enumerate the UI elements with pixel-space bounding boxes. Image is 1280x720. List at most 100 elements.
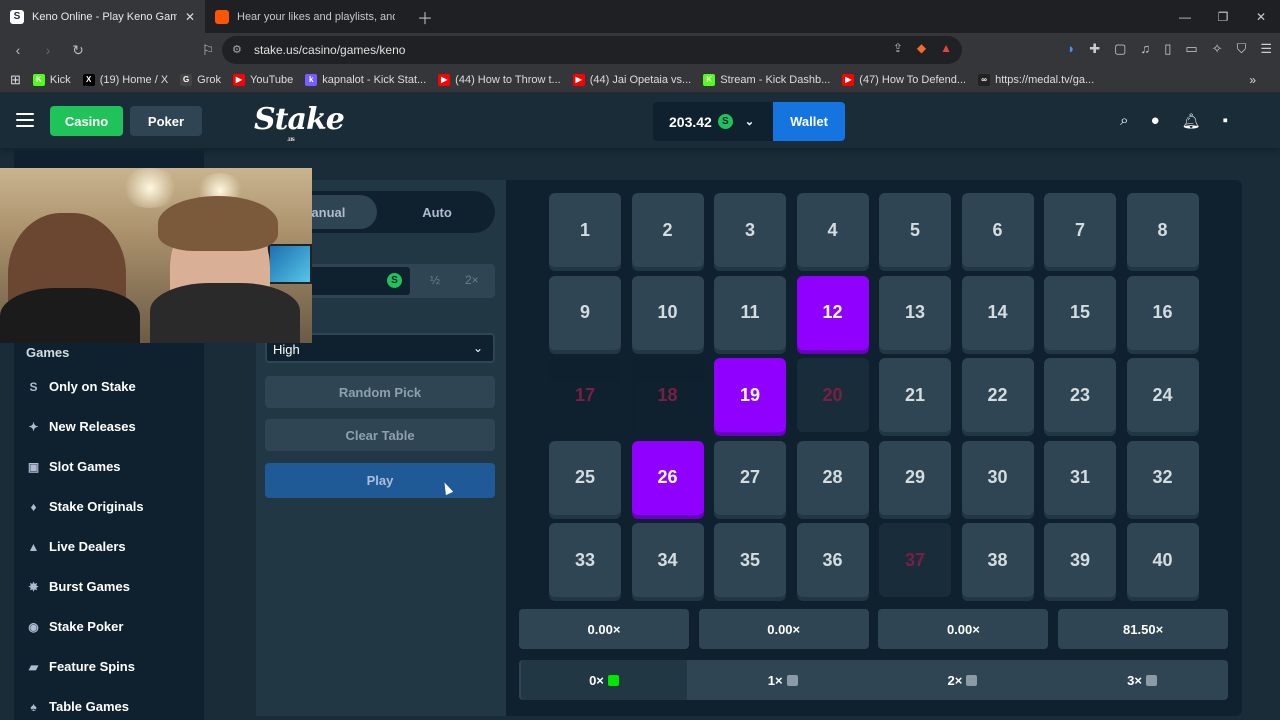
keno-tile-27[interactable]: 27 (714, 440, 786, 515)
clear-table-button[interactable]: Clear Table (265, 419, 495, 451)
keno-tile-7[interactable]: 7 (1044, 193, 1116, 267)
keno-tile-33[interactable]: 33 (549, 523, 621, 597)
keno-tile-36[interactable]: 36 (796, 523, 869, 597)
keno-tile-1[interactable]: 1 (549, 193, 621, 267)
bookmark-item[interactable]: G Grok (180, 73, 221, 86)
sidebar-item-stake-poker[interactable]: ◉ Stake Poker (26, 619, 123, 634)
vpn-icon[interactable]: ⛉ (1237, 41, 1247, 57)
bookmark-item[interactable]: ∞ https://medal.tv/ga... (978, 73, 1094, 86)
sidebar-item-stake-originals[interactable]: ♦ Stake Originals (26, 499, 143, 514)
keno-tile-24[interactable]: 24 (1126, 358, 1199, 432)
site-info-icon[interactable]: ⚙ (232, 43, 242, 56)
reload-icon[interactable]: ↻ (66, 38, 90, 62)
keno-tile-23[interactable]: 23 (1044, 358, 1116, 432)
minimize-icon[interactable]: — (1166, 0, 1204, 33)
keno-tile-12[interactable]: 12 (796, 275, 869, 350)
keno-tile-32[interactable]: 32 (1126, 440, 1199, 515)
keno-tile-28[interactable]: 28 (796, 440, 869, 515)
keno-tile-34[interactable]: 34 (631, 523, 704, 597)
sidebar-item-live-dealers[interactable]: ▲ Live Dealers (26, 539, 126, 554)
keno-tile-26[interactable]: 26 (631, 440, 704, 515)
sidebar-toggle-icon[interactable]: ▯ (1164, 41, 1171, 57)
keno-tile-25[interactable]: 25 (549, 440, 621, 515)
bookmark-item[interactable]: X (19) Home / X (82, 73, 168, 86)
sidebar-item-burst-games[interactable]: ✸ Burst Games (26, 579, 129, 594)
forward-icon[interactable]: › (36, 38, 60, 62)
keno-tile-40[interactable]: 40 (1126, 523, 1199, 597)
keno-tile-37[interactable]: 37 (879, 523, 951, 597)
wallet-icon[interactable]: ▭ (1185, 41, 1197, 57)
screenshot-icon[interactable]: ▢ (1114, 41, 1126, 57)
keno-tile-13[interactable]: 13 (879, 275, 951, 350)
stake-logo[interactable]: Stake .us (254, 102, 345, 143)
tab-keno[interactable]: S Keno Online - Play Keno Gam ✕ (0, 0, 205, 33)
music-icon[interactable]: ♫ (1140, 41, 1150, 57)
bookmark-item[interactable]: ▶ YouTube (233, 73, 293, 86)
bookmark-item[interactable]: k kapnalot - Kick Stat... (305, 73, 426, 86)
bookmark-item[interactable]: ▶ (44) How to Throw t... (438, 73, 561, 86)
keno-tile-18[interactable]: 18 (631, 358, 704, 432)
bookmark-item[interactable]: K Kick (32, 73, 71, 86)
tab-soundcloud[interactable]: Hear your likes and playlists, and trac (205, 0, 405, 33)
extensions-icon[interactable]: ✚ (1089, 41, 1100, 57)
menu-toggle-icon[interactable] (16, 113, 34, 127)
keno-tile-20[interactable]: 20 (796, 358, 869, 432)
wallet-button[interactable]: Wallet (773, 102, 845, 141)
play-button[interactable]: Play (265, 463, 495, 498)
user-icon[interactable]: ● (1151, 112, 1160, 130)
keno-tile-21[interactable]: 21 (879, 358, 951, 432)
search-icon[interactable]: ⌕ (1120, 112, 1128, 130)
poker-button[interactable]: Poker (130, 106, 202, 136)
keno-tile-35[interactable]: 35 (714, 523, 786, 597)
keno-tile-8[interactable]: 8 (1126, 193, 1199, 267)
keno-tile-16[interactable]: 16 (1126, 275, 1199, 350)
new-tab-icon[interactable]: ＋ (417, 5, 433, 29)
sidebar-item-table-games[interactable]: ♠ Table Games (26, 699, 129, 714)
keno-tile-31[interactable]: 31 (1044, 440, 1116, 515)
notification-bell-icon[interactable]: 🔔︎ (1182, 112, 1201, 130)
balance-selector[interactable]: 203.42 S ⌄ (653, 102, 773, 141)
bookmark-icon[interactable]: ⚐ (196, 38, 220, 62)
keno-tile-29[interactable]: 29 (879, 440, 951, 515)
keno-tile-10[interactable]: 10 (631, 275, 704, 350)
bookmark-item[interactable]: K Stream - Kick Dashb... (703, 73, 830, 86)
sidebar-item-only-on-stake[interactable]: S Only on Stake (26, 379, 135, 394)
keno-tile-19[interactable]: 19 (714, 358, 786, 432)
keno-tile-30[interactable]: 30 (961, 440, 1034, 515)
apps-icon[interactable]: ⊞ (10, 72, 21, 88)
address-bar[interactable]: ⚙ stake.us/casino/games/keno ⇪ ◆ ▲ (222, 36, 962, 64)
wallet-extension-icon[interactable]: ◗ (1067, 41, 1075, 57)
bookmark-item[interactable]: ▶ (44) Jai Opetaia vs... (572, 73, 691, 86)
brave-shield-icon[interactable]: ◆ (917, 41, 926, 55)
keno-tile-11[interactable]: 11 (714, 275, 786, 350)
keno-tile-17[interactable]: 17 (549, 358, 621, 432)
rewards-icon[interactable]: ▲ (940, 41, 952, 55)
sidebar-item-slot-games[interactable]: ▣ Slot Games (26, 459, 121, 474)
keno-tile-3[interactable]: 3 (714, 193, 786, 267)
chat-icon[interactable]: ▪ (1223, 112, 1228, 130)
close-window-icon[interactable]: ✕ (1242, 0, 1280, 33)
menu-icon[interactable]: ☰ (1260, 41, 1272, 57)
sidebar-item-feature-spins[interactable]: ▰ Feature Spins (26, 659, 135, 674)
leo-icon[interactable]: ✧ (1212, 41, 1223, 57)
keno-tile-4[interactable]: 4 (796, 193, 869, 267)
back-icon[interactable]: ‹ (6, 38, 30, 62)
sidebar-item-new-releases[interactable]: ✦ New Releases (26, 419, 135, 434)
keno-tile-9[interactable]: 9 (549, 275, 621, 350)
keno-tile-2[interactable]: 2 (631, 193, 704, 267)
casino-button[interactable]: Casino (50, 106, 123, 136)
keno-tile-15[interactable]: 15 (1044, 275, 1116, 350)
random-pick-button[interactable]: Random Pick (265, 376, 495, 408)
share-icon[interactable]: ⇪ (893, 41, 903, 55)
keno-tile-38[interactable]: 38 (961, 523, 1034, 597)
auto-tab[interactable]: Auto (383, 195, 491, 229)
keno-tile-5[interactable]: 5 (879, 193, 951, 267)
double-bet-button[interactable]: 2× (465, 273, 479, 287)
keno-tile-39[interactable]: 39 (1044, 523, 1116, 597)
keno-tile-22[interactable]: 22 (961, 358, 1034, 432)
bookmark-item[interactable]: ▶ (47) How To Defend... (842, 73, 966, 86)
keno-tile-14[interactable]: 14 (961, 275, 1034, 350)
keno-tile-6[interactable]: 6 (961, 193, 1034, 267)
restore-icon[interactable]: ❐ (1204, 0, 1242, 33)
half-bet-button[interactable]: ½ (430, 273, 440, 287)
